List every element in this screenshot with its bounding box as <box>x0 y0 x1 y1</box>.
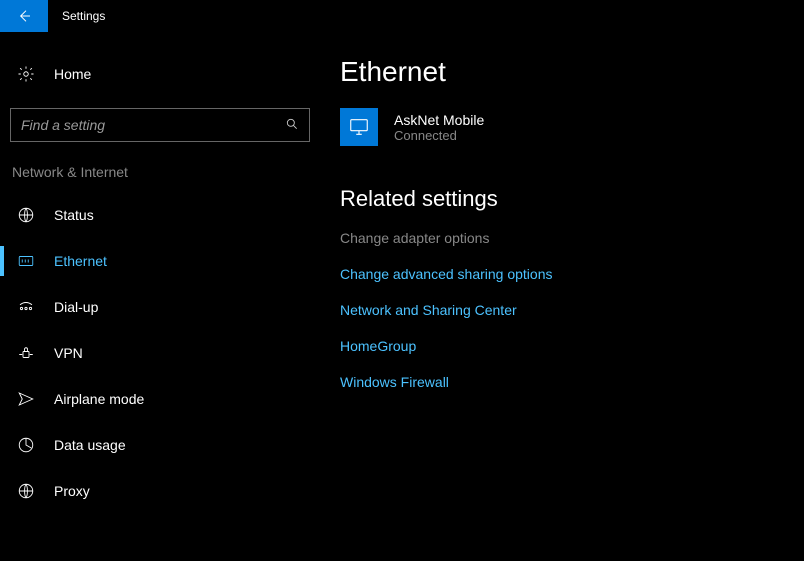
home-label: Home <box>54 66 91 82</box>
globe-icon <box>16 205 36 225</box>
arrow-left-icon <box>16 8 32 24</box>
sidebar-item-proxy[interactable]: Proxy <box>0 468 320 514</box>
search-icon <box>285 117 299 134</box>
proxy-icon <box>16 481 36 501</box>
sidebar-category: Network & Internet <box>12 164 320 180</box>
sidebar-item-vpn[interactable]: VPN <box>0 330 320 376</box>
link-homegroup[interactable]: HomeGroup <box>340 338 784 354</box>
network-entry[interactable]: AskNet Mobile Connected <box>340 108 784 146</box>
sidebar-item-label: Proxy <box>54 483 90 499</box>
network-status: Connected <box>394 128 484 143</box>
sidebar-item-label: Dial-up <box>54 299 98 315</box>
sidebar-item-dialup[interactable]: Dial-up <box>0 284 320 330</box>
back-button[interactable] <box>0 0 48 32</box>
related-settings-title: Related settings <box>340 186 784 212</box>
page-title: Ethernet <box>340 56 784 88</box>
link-network-sharing-center[interactable]: Network and Sharing Center <box>340 302 784 318</box>
search-input[interactable] <box>21 117 285 133</box>
main-content: Ethernet AskNet Mobile Connected Related… <box>320 32 804 561</box>
gear-icon <box>16 64 36 84</box>
sidebar-item-label: VPN <box>54 345 83 361</box>
dialup-icon <box>16 297 36 317</box>
search-box[interactable] <box>10 108 310 142</box>
data-usage-icon <box>16 435 36 455</box>
sidebar-item-ethernet[interactable]: Ethernet <box>0 238 320 284</box>
window-title: Settings <box>62 9 105 23</box>
vpn-icon <box>16 343 36 363</box>
sidebar-item-label: Status <box>54 207 94 223</box>
sidebar: Home Network & Internet Status Ethernet <box>0 32 320 561</box>
link-adapter-options[interactable]: Change adapter options <box>340 230 784 246</box>
link-windows-firewall[interactable]: Windows Firewall <box>340 374 784 390</box>
ethernet-icon <box>16 251 36 271</box>
network-name: AskNet Mobile <box>394 112 484 128</box>
link-advanced-sharing[interactable]: Change advanced sharing options <box>340 266 784 282</box>
sidebar-home[interactable]: Home <box>0 56 320 92</box>
sidebar-item-status[interactable]: Status <box>0 192 320 238</box>
titlebar: Settings <box>0 0 804 32</box>
monitor-icon <box>348 116 370 138</box>
sidebar-item-label: Airplane mode <box>54 391 144 407</box>
sidebar-item-label: Data usage <box>54 437 126 453</box>
network-info: AskNet Mobile Connected <box>394 112 484 143</box>
sidebar-item-label: Ethernet <box>54 253 107 269</box>
airplane-icon <box>16 389 36 409</box>
sidebar-item-datausage[interactable]: Data usage <box>0 422 320 468</box>
network-tile <box>340 108 378 146</box>
sidebar-item-airplane[interactable]: Airplane mode <box>0 376 320 422</box>
